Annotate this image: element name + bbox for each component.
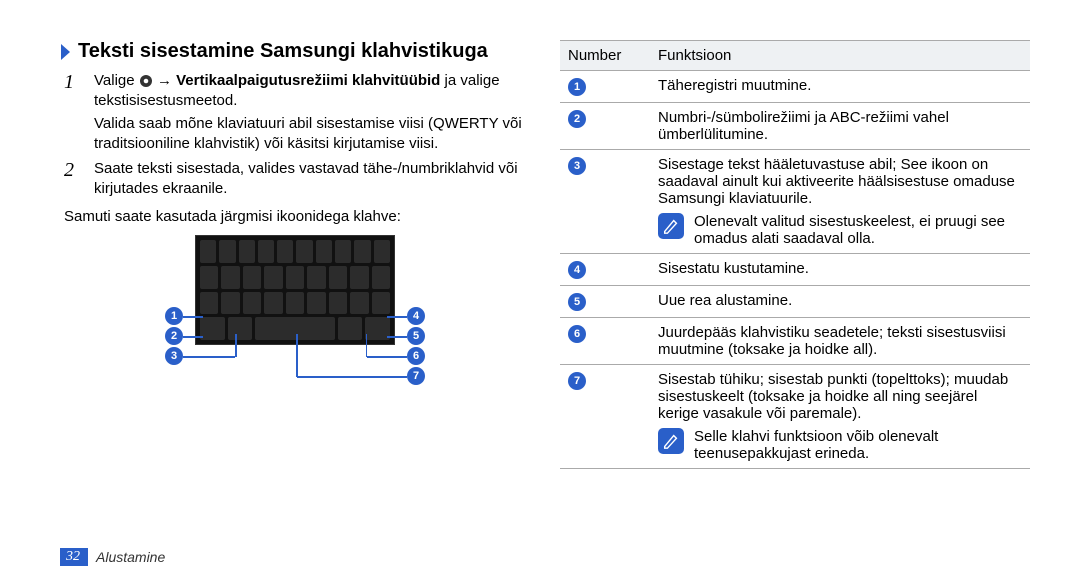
note-icon	[658, 213, 684, 239]
callout-2: 2	[165, 327, 183, 345]
callout-6: 6	[407, 347, 425, 365]
row-1-text: Täheregistri muutmine.	[650, 71, 1030, 103]
row-number-badge: 5	[568, 293, 586, 311]
step1-para2: Valida saab mõne klaviatuuri abil sisest…	[94, 114, 530, 153]
row-number-badge: 2	[568, 110, 586, 128]
row-number-badge: 3	[568, 157, 586, 175]
row-5-text: Uue rea alustamine.	[650, 286, 1030, 318]
row-number-badge: 7	[568, 372, 586, 390]
row-7-text: Sisestab tühiku; sisestab punkti (topelt…	[658, 371, 1022, 422]
table-header-function: Funktsioon	[650, 41, 1030, 71]
row-number-badge: 4	[568, 261, 586, 279]
row-3-note: Olenevalt valitud sisestuskeelest, ei pr…	[694, 213, 1022, 247]
step2-body: Saate teksti sisestada, valides vastavad…	[94, 159, 530, 198]
section-heading: Teksti sisestamine Samsungi klahvistikug…	[78, 40, 488, 63]
page-number: 32	[60, 548, 88, 566]
row-3-text: Sisestage tekst hääletuvastuse abil; See…	[658, 156, 1022, 207]
step1-bold: Vertikaalpaigutusrežiimi klahvitüübid	[176, 72, 440, 89]
step-number: 2	[64, 159, 84, 198]
page-footer: 32 Alustamine	[60, 548, 165, 566]
note-icon	[658, 428, 684, 454]
function-table: Number Funktsioon 1 Täheregistri muutmin…	[560, 40, 1030, 469]
callout-7: 7	[407, 367, 425, 385]
row-4-text: Sisestatu kustutamine.	[650, 254, 1030, 286]
step-number: 1	[64, 71, 84, 153]
chevron-right-icon	[60, 43, 72, 61]
callout-1: 1	[165, 307, 183, 325]
step-2: 2 Saate teksti sisestada, valides vastav…	[60, 159, 530, 198]
row-6-text: Juurdepääs klahvistiku seadetele; teksti…	[650, 318, 1030, 365]
gear-icon	[139, 74, 153, 88]
table-header-number: Number	[560, 41, 650, 71]
row-number-badge: 6	[568, 325, 586, 343]
callout-4: 4	[407, 307, 425, 325]
callout-5: 5	[407, 327, 425, 345]
row-2-text: Numbri-/sümbolirežiimi ja ABC-režiimi va…	[650, 103, 1030, 150]
step-1: 1 Valige → Vertikaalpaigutusrežiimi klah…	[60, 71, 530, 153]
row-number-badge: 1	[568, 78, 586, 96]
section-name: Alustamine	[96, 549, 165, 565]
row-7-note: Selle klahvi funktsioon võib olenevalt t…	[694, 428, 1022, 462]
callout-3: 3	[165, 347, 183, 365]
step1-arrow: →	[157, 72, 176, 89]
step1-pre: Valige	[94, 72, 139, 89]
keyboard-diagram: 1 2 3 4 5 6 7	[165, 235, 425, 345]
after-steps-text: Samuti saate kasutada järgmisi ikoonideg…	[64, 208, 530, 225]
